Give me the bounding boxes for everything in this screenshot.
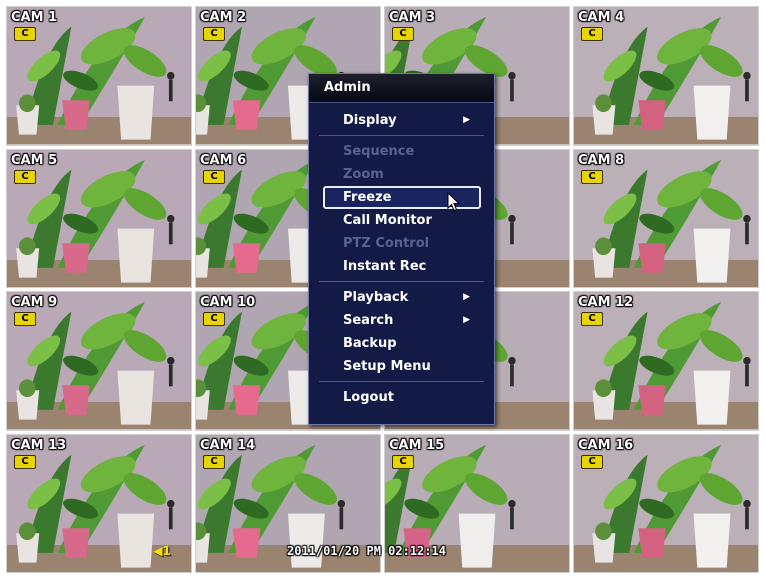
menu-divider [319,381,484,382]
recording-mode-badge: C [581,454,603,469]
menu-item-label: Setup Menu [343,359,431,374]
menu-item-label: Playback [343,290,409,305]
menu-item-setup-menu[interactable]: Setup Menu [315,355,488,378]
audio-indicator: ◀1 [153,544,171,558]
submenu-arrow-icon: ▶ [463,292,470,302]
menu-item-freeze[interactable]: Freeze [323,186,481,212]
camera-label: CAM 14 [200,437,256,453]
camera-tile[interactable]: CAM 13 C ◀1 [6,433,192,573]
menu-body: Display ▶ Sequence Zoom Freeze Call Moni… [309,103,494,409]
camera-tile[interactable]: CAM 12 C [573,291,759,431]
menu-item-label: Call Monitor [343,213,432,228]
camera-tile[interactable]: CAM 9 C [6,291,192,431]
menu-item-label: Sequence [343,144,415,159]
recording-mode-badge: C [14,27,36,41]
recording-mode-badge: C [14,169,36,184]
menu-item-label: Backup [343,336,397,351]
menu-divider [319,281,484,282]
menu-item-label: Freeze [343,190,392,205]
menu-item-label: Search [343,313,394,328]
admin-menu: Admin Display ▶ Sequence Zoom Freeze Cal… [308,73,495,425]
menu-title: Admin [309,74,494,103]
camera-label: CAM 3 [389,10,436,25]
camera-label: CAM 6 [200,152,247,168]
timestamp: 2011/01/20 PM 02:12:14 [287,544,446,558]
camera-tile[interactable]: CAM 16 C [573,433,759,573]
recording-mode-badge: C [392,454,414,469]
camera-label: CAM 8 [578,152,625,168]
recording-mode-badge: C [203,454,225,469]
menu-item-label: Logout [343,390,394,405]
camera-label: CAM 12 [578,295,634,310]
recording-mode-badge: C [581,312,603,326]
camera-tile[interactable]: CAM 8C [573,148,759,288]
menu-item-ptz-control: PTZ Control [315,232,488,255]
menu-item-zoom: Zoom [315,163,488,186]
camera-label: CAM 10 [200,295,256,310]
recording-mode-badge: C [392,27,414,41]
camera-label: CAM 9 [11,295,58,310]
recording-mode-badge: C [203,27,225,41]
recording-mode-badge: C [581,27,603,41]
menu-item-backup[interactable]: Backup [315,332,488,355]
camera-tile[interactable]: CAM 1 C [6,6,192,146]
submenu-arrow-icon: ▶ [463,115,470,125]
menu-item-instant-rec[interactable]: Instant Rec [315,255,488,278]
camera-label: CAM 4 [578,10,625,25]
menu-item-display[interactable]: Display ▶ [315,109,488,132]
menu-item-label: Display [343,113,397,128]
menu-item-label: Instant Rec [343,259,427,274]
menu-item-logout[interactable]: Logout [315,386,488,409]
menu-divider [319,135,484,136]
submenu-arrow-icon: ▶ [463,315,470,325]
camera-label: CAM 16 [578,437,634,453]
speaker-icon: ◀ [153,544,163,558]
menu-item-sequence: Sequence [315,140,488,163]
camera-label: CAM 15 [389,437,445,453]
recording-mode-badge: C [14,454,36,469]
camera-label: CAM 2 [200,10,247,25]
menu-item-label: PTZ Control [343,236,430,251]
recording-mode-badge: C [203,169,225,184]
menu-item-call-monitor[interactable]: Call Monitor [315,209,488,232]
recording-mode-badge: C [14,312,36,326]
camera-tile[interactable]: CAM 5C [6,148,192,288]
recording-mode-badge: C [581,169,603,184]
camera-label: CAM 5 [11,152,58,168]
menu-item-search[interactable]: Search ▶ [315,309,488,332]
menu-item-playback[interactable]: Playback ▶ [315,286,488,309]
camera-tile[interactable]: CAM 4 C [573,6,759,146]
menu-item-label: Zoom [343,167,384,182]
audio-channel-number: 1 [162,544,171,558]
recording-mode-badge: C [203,312,225,326]
camera-label: CAM 1 [11,10,58,25]
camera-label: CAM 13 [11,437,67,453]
